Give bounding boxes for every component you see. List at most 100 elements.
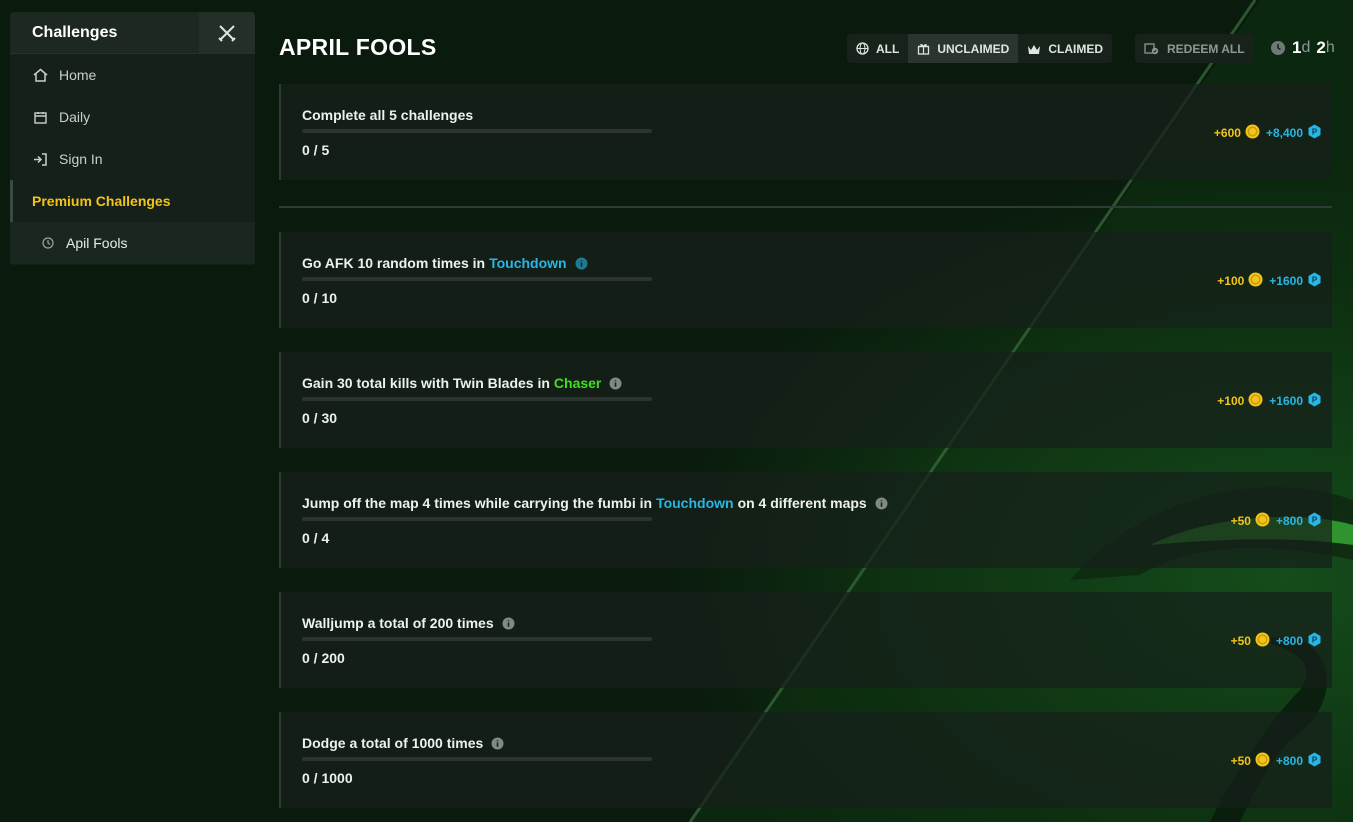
game-mode-link[interactable]: Touchdown xyxy=(489,255,567,271)
coin-reward: +50 xyxy=(1230,754,1251,768)
timer-days: 1 xyxy=(1292,38,1302,57)
redeem-all-button[interactable]: REDEEM ALL xyxy=(1135,34,1254,63)
sidebar-item-label: Apil Fools xyxy=(66,235,128,251)
challenge-title-text: Gain 30 total kills with Twin Blades in xyxy=(302,375,550,391)
coin-icon xyxy=(1255,632,1270,650)
progress-text: 0 / 5 xyxy=(302,142,330,158)
gem-icon: P xyxy=(1307,272,1322,290)
sign-in-icon xyxy=(32,151,48,167)
challenge-card: Complete all 5 challenges 0 / 5 +600 +8,… xyxy=(279,84,1332,180)
filter-label: CLAIMED xyxy=(1048,41,1103,56)
gem-reward: +1600 xyxy=(1269,274,1303,288)
reward-list: +600 +8,400 P xyxy=(1214,124,1322,142)
progress-bar xyxy=(302,517,652,521)
time-remaining: 1 d 2 h xyxy=(1270,38,1335,58)
sidebar-item-sign-in[interactable]: Sign In xyxy=(10,138,255,180)
svg-text:P: P xyxy=(1312,128,1318,137)
svg-text:P: P xyxy=(1312,396,1318,405)
sidebar-item-label: Home xyxy=(59,67,97,83)
challenge-title-text: Walljump a total of 200 times xyxy=(302,615,494,631)
coin-reward: +600 xyxy=(1213,126,1241,140)
challenge-card: Dodge a total of 1000 times 0 / 1000 +50… xyxy=(279,712,1332,808)
coin-icon xyxy=(1245,124,1260,142)
game-mode-link[interactable]: Chaser xyxy=(554,375,601,391)
challenge-card: Walljump a total of 200 times 0 / 200 +5… xyxy=(279,592,1332,688)
filter-all[interactable]: ALL xyxy=(847,34,908,63)
globe-icon xyxy=(856,42,869,55)
sidebar: Challenges Home Daily Sign In Premium Ch… xyxy=(10,12,255,265)
crossed-swords-icon[interactable] xyxy=(199,12,255,53)
progress-bar xyxy=(302,637,652,641)
progress-text: 0 / 10 xyxy=(302,290,338,306)
challenge-card: Go AFK 10 random times in Touchdown 0 / … xyxy=(279,232,1332,328)
progress-bar xyxy=(302,757,652,761)
timer-days-unit: d xyxy=(1301,39,1311,56)
challenge-title-suffix: on 4 different maps xyxy=(737,495,867,511)
gift-icon xyxy=(917,42,930,55)
redeem-icon xyxy=(1144,42,1159,55)
reward-list: +100 +1600 P xyxy=(1217,272,1322,290)
coin-icon xyxy=(1255,512,1270,530)
clock-icon xyxy=(1270,40,1286,56)
reward-list: +50 +800 P xyxy=(1231,752,1322,770)
challenge-title-text: Jump off the map 4 times while carrying … xyxy=(302,495,653,511)
crown-icon xyxy=(1027,43,1041,55)
page-title: APRIL FOOLS xyxy=(279,34,437,60)
challenge-title: Complete all 5 challenges xyxy=(302,107,473,123)
gem-reward: +800 xyxy=(1275,634,1303,648)
svg-text:P: P xyxy=(1312,516,1318,525)
svg-text:P: P xyxy=(1312,636,1318,645)
info-icon[interactable] xyxy=(575,257,588,270)
info-icon[interactable] xyxy=(609,377,622,390)
challenge-title: Go AFK 10 random times in Touchdown xyxy=(302,255,588,271)
info-icon[interactable] xyxy=(491,737,504,750)
sidebar-item-home[interactable]: Home xyxy=(10,54,255,96)
filter-label: UNCLAIMED xyxy=(937,41,1010,56)
game-mode-link[interactable]: Touchdown xyxy=(656,495,734,511)
gem-icon: P xyxy=(1307,392,1322,410)
calendar-icon xyxy=(32,109,48,125)
svg-text:P: P xyxy=(1312,276,1318,285)
progress-bar xyxy=(302,129,652,133)
info-icon[interactable] xyxy=(502,617,515,630)
reward-list: +50 +800 P xyxy=(1231,632,1322,650)
gem-icon: P xyxy=(1307,124,1322,142)
gem-reward: +800 xyxy=(1275,514,1303,528)
sidebar-item-label: Daily xyxy=(59,109,91,125)
redeem-label: REDEEM ALL xyxy=(1167,41,1245,56)
filter-unclaimed[interactable]: UNCLAIMED xyxy=(908,34,1019,63)
gem-icon: P xyxy=(1307,752,1322,770)
filter-tabs: ALL UNCLAIMED CLAIMED xyxy=(847,34,1112,63)
filter-label: ALL xyxy=(876,41,900,56)
progress-text: 0 / 4 xyxy=(302,530,330,546)
challenge-title-text: Complete all 5 challenges xyxy=(302,107,474,123)
coin-icon xyxy=(1248,392,1263,410)
coin-reward: +100 xyxy=(1217,274,1245,288)
timer-hours: 2 xyxy=(1316,38,1326,57)
gem-reward: +8,400 xyxy=(1265,126,1303,140)
sidebar-item-daily[interactable]: Daily xyxy=(10,96,255,138)
progress-text: 0 / 1000 xyxy=(302,770,353,786)
coin-reward: +50 xyxy=(1230,514,1251,528)
gem-reward: +1600 xyxy=(1269,394,1303,408)
filter-claimed[interactable]: CLAIMED xyxy=(1018,34,1112,63)
progress-bar xyxy=(302,277,652,281)
sidebar-item-premium-challenges[interactable]: Premium Challenges xyxy=(10,180,255,222)
info-icon[interactable] xyxy=(875,497,888,510)
coin-reward: +100 xyxy=(1217,394,1245,408)
challenge-title: Gain 30 total kills with Twin Blades in … xyxy=(302,375,622,391)
coin-icon xyxy=(1255,752,1270,770)
timer-hours-unit: h xyxy=(1325,39,1335,56)
home-icon xyxy=(32,67,48,83)
coin-reward: +50 xyxy=(1230,634,1251,648)
clock-icon xyxy=(40,235,56,251)
sidebar-item-april-fools[interactable]: Apil Fools xyxy=(10,222,255,264)
challenge-title-text: Go AFK 10 random times in xyxy=(302,255,486,271)
challenge-card: Gain 30 total kills with Twin Blades in … xyxy=(279,352,1332,448)
challenge-title-text: Dodge a total of 1000 times xyxy=(302,735,484,751)
gem-icon: P xyxy=(1307,632,1322,650)
challenge-card: Jump off the map 4 times while carrying … xyxy=(279,472,1332,568)
coin-icon xyxy=(1248,272,1263,290)
progress-text: 0 / 200 xyxy=(302,650,345,666)
gem-icon: P xyxy=(1307,512,1322,530)
